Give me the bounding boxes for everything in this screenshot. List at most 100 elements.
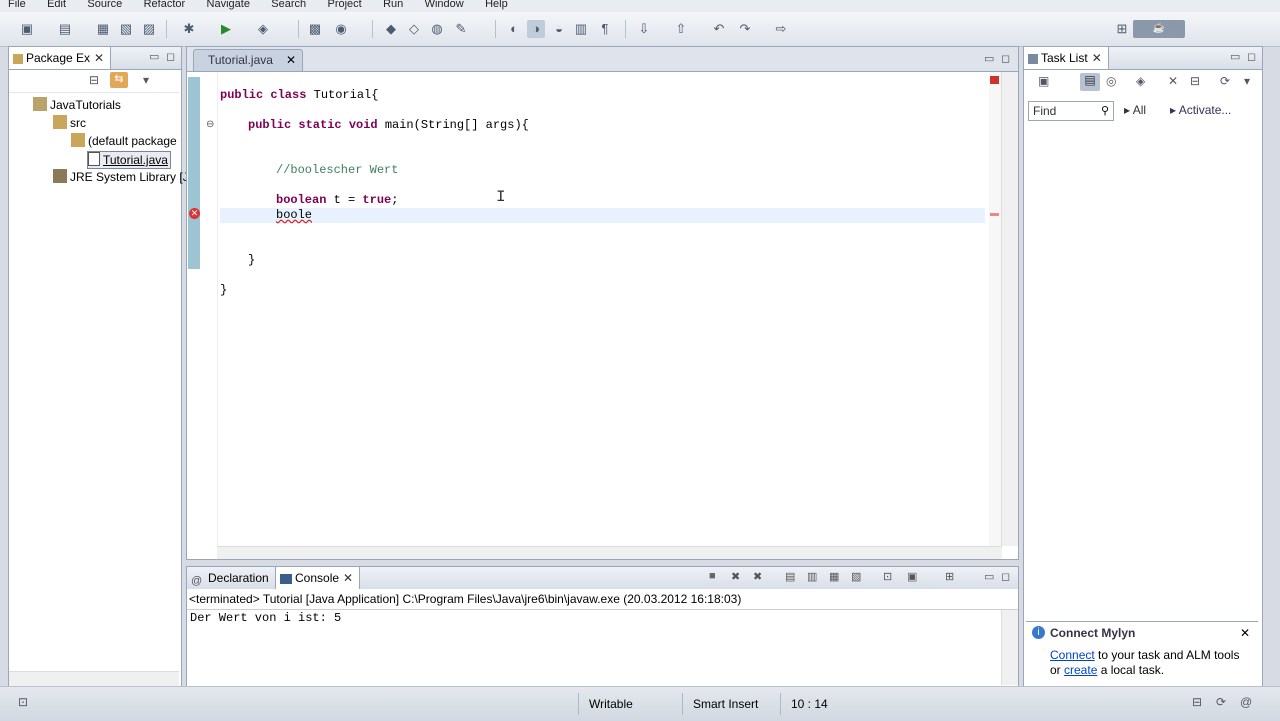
remove-launch-icon[interactable]: ✖: [731, 570, 740, 583]
annotation-icon[interactable]: ◐: [505, 20, 523, 38]
editor-tab-tutorial[interactable]: Tutorial.java ✕: [193, 49, 303, 71]
menu-run[interactable]: Run: [383, 0, 403, 10]
forward-icon[interactable]: ↷: [736, 20, 754, 38]
search-icon[interactable]: ◍: [428, 20, 446, 38]
close-icon[interactable]: ✕: [1240, 626, 1250, 640]
menu-refactor[interactable]: Refactor: [144, 0, 186, 10]
scheduled-icon[interactable]: ◎: [1106, 74, 1116, 88]
java-perspective-button[interactable]: ☕: [1133, 20, 1185, 38]
debug-icon[interactable]: ✱: [180, 20, 198, 38]
clear-console-icon[interactable]: ▤: [785, 570, 795, 583]
error-overview-icon[interactable]: [990, 76, 999, 84]
fold-icon[interactable]: ⊖: [206, 119, 214, 130]
categorized-icon[interactable]: ▤: [1080, 73, 1100, 91]
tree-item-tutorial-java[interactable]: Tutorial.java: [87, 151, 171, 169]
activate-link[interactable]: ▸ Activate...: [1170, 103, 1231, 117]
menu-source[interactable]: Source: [87, 0, 122, 10]
highlight-icon[interactable]: ◑: [527, 20, 545, 38]
new-window-icon[interactable]: ▤: [56, 20, 74, 38]
view-menu-icon[interactable]: ▾: [143, 73, 149, 87]
menu-search[interactable]: Search: [271, 0, 306, 10]
remove-all-icon[interactable]: ✖: [753, 570, 762, 583]
close-icon[interactable]: ✕: [94, 51, 104, 65]
maximize-icon[interactable]: ◻: [1001, 570, 1010, 583]
open-console-icon[interactable]: ⊞: [945, 570, 954, 583]
collapse-all-icon[interactable]: ⊟: [89, 73, 99, 87]
vertical-scrollbar[interactable]: [1001, 610, 1018, 685]
error-icon[interactable]: ✕: [189, 208, 200, 219]
menu-file[interactable]: File: [8, 0, 26, 10]
task-list-area[interactable]: [1026, 125, 1258, 619]
error-marker[interactable]: [990, 213, 999, 216]
menu-project[interactable]: Project: [327, 0, 361, 10]
tab-declaration[interactable]: @ Declaration: [187, 567, 275, 589]
menu-navigate[interactable]: Navigate: [207, 0, 250, 10]
new-task-icon[interactable]: ▣: [1038, 74, 1049, 88]
scroll-lock-icon[interactable]: ▥: [807, 570, 817, 583]
pin-console-icon[interactable]: ⊡: [883, 570, 892, 583]
tree-item-default-package[interactable]: (default package: [71, 133, 177, 149]
minimize-icon[interactable]: ▭: [1230, 50, 1240, 63]
new-icon[interactable]: ▣: [18, 20, 36, 38]
run-icon[interactable]: ▶: [217, 20, 235, 38]
tree-item-project[interactable]: JavaTutorials: [33, 97, 121, 113]
terminate-icon[interactable]: ■: [709, 570, 716, 582]
search-icon[interactable]: ⚲: [1101, 102, 1109, 120]
tree-item-src[interactable]: src: [53, 115, 86, 131]
hide-completed-icon[interactable]: ✕: [1168, 74, 1178, 88]
connect-link[interactable]: Connect: [1050, 648, 1095, 662]
show-stderr-icon[interactable]: ▧: [851, 570, 861, 583]
window-icon[interactable]: ⊟: [1192, 695, 1202, 709]
close-icon[interactable]: ✕: [1092, 51, 1102, 65]
close-icon[interactable]: ✕: [343, 571, 353, 585]
save-all-icon[interactable]: ▧: [117, 20, 135, 38]
fast-view-icon[interactable]: ⊡: [18, 695, 28, 709]
code-editor[interactable]: ✕ ⊖ public class Tutorial{ public static…: [186, 71, 1019, 560]
block-icon[interactable]: ▥: [572, 20, 590, 38]
vertical-scrollbar[interactable]: [1001, 72, 1018, 546]
open-type-icon[interactable]: ◆: [382, 20, 400, 38]
create-link[interactable]: create: [1064, 663, 1097, 677]
maximize-icon[interactable]: ◻: [1247, 50, 1256, 63]
menu-window[interactable]: Window: [425, 0, 464, 10]
minimize-icon[interactable]: ▭: [984, 52, 994, 65]
menu-help[interactable]: Help: [485, 0, 508, 10]
horizontal-scrollbar[interactable]: [9, 671, 179, 686]
new-java-project-icon[interactable]: ▩: [306, 20, 324, 38]
external-tools-icon[interactable]: ◈: [254, 20, 272, 38]
focus-icon[interactable]: ◈: [1136, 74, 1145, 88]
open-perspective-icon[interactable]: ⊞: [1113, 20, 1131, 38]
display-console-icon[interactable]: ▣: [907, 570, 917, 583]
horizontal-scrollbar[interactable]: [217, 546, 1002, 559]
new-class-icon[interactable]: ◉: [332, 20, 350, 38]
link-editor-icon[interactable]: ⇆: [110, 72, 128, 88]
pencil-icon[interactable]: ✎: [452, 20, 470, 38]
package-explorer-tab[interactable]: Package Ex ✕: [9, 47, 112, 69]
at-icon[interactable]: @: [1240, 695, 1252, 709]
back-icon[interactable]: ↶: [710, 20, 728, 38]
find-input[interactable]: Find ⚲: [1028, 101, 1114, 121]
navigate-icon[interactable]: ⇨: [772, 20, 790, 38]
mark-icon[interactable]: ◒: [550, 20, 568, 38]
prev-annotation-icon[interactable]: ⇧: [672, 20, 690, 38]
close-icon[interactable]: ✕: [286, 53, 296, 67]
collapse-all-icon[interactable]: ⊟: [1190, 74, 1200, 88]
sync-icon[interactable]: ⟳: [1220, 74, 1230, 88]
minimize-icon[interactable]: ▭: [149, 50, 159, 63]
show-stdout-icon[interactable]: ▦: [829, 570, 839, 583]
paragraph-icon[interactable]: ¶: [596, 20, 614, 38]
task-list-tab[interactable]: Task List ✕: [1024, 47, 1109, 69]
maximize-icon[interactable]: ◻: [1001, 52, 1010, 65]
sync-status-icon[interactable]: ⟳: [1216, 695, 1226, 709]
maximize-icon[interactable]: ◻: [166, 50, 175, 63]
next-annotation-icon[interactable]: ⇩: [635, 20, 653, 38]
view-menu-icon[interactable]: ▾: [1244, 74, 1250, 88]
tree-item-jre[interactable]: JRE System Library [J: [53, 169, 189, 185]
minimize-icon[interactable]: ▭: [984, 570, 994, 583]
open-folder-icon[interactable]: ◇: [405, 20, 423, 38]
print-icon[interactable]: ▨: [140, 20, 158, 38]
tab-console[interactable]: Console ✕: [275, 567, 361, 589]
save-icon[interactable]: ▦: [94, 20, 112, 38]
console-output[interactable]: Der Wert von i ist: 5: [190, 611, 341, 625]
code-area[interactable]: public class Tutorial{ public static voi…: [220, 72, 985, 546]
